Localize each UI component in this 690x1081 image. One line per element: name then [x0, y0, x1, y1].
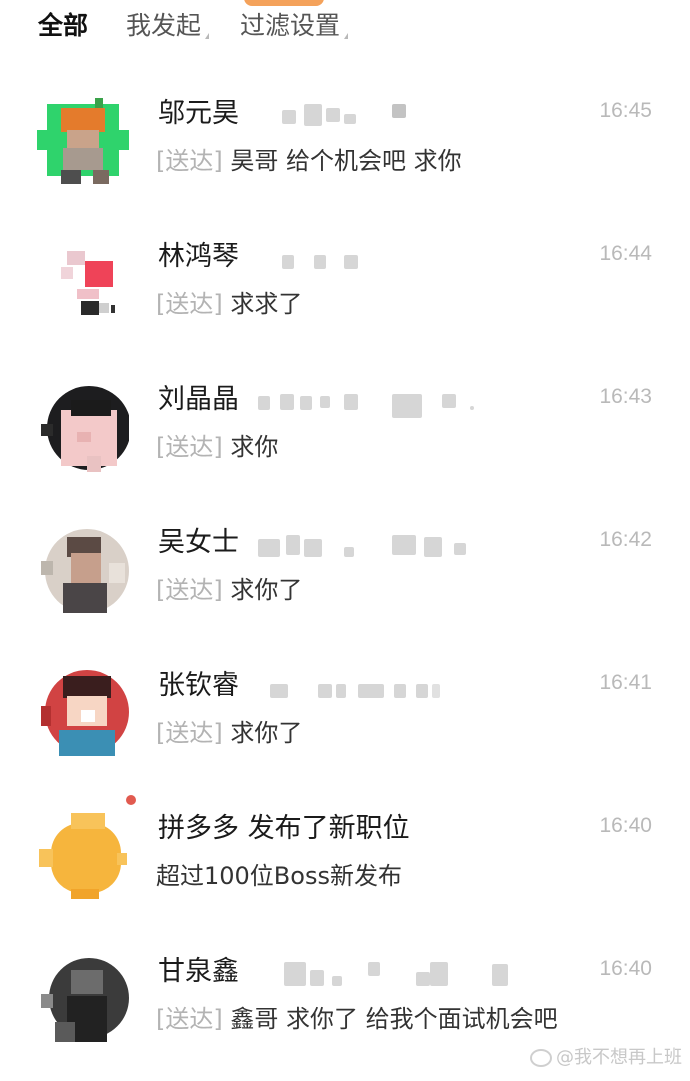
avatar	[41, 529, 129, 613]
message-text: 昊哥 给个机会吧 求你	[222, 147, 462, 175]
conversation-row[interactable]: 吴女士 16:42 [送达] 求你了	[0, 507, 690, 650]
conversation-row[interactable]: 邬元昊 16:45 [送达] 昊哥 给个机会吧 求你	[0, 78, 690, 221]
avatar	[41, 386, 129, 472]
contact-name: 林鸿琴	[158, 241, 239, 272]
message-time: 16:44	[599, 242, 652, 265]
conversation-row[interactable]: 张钦睿 16:41 [送达] 求你了	[0, 650, 690, 793]
caret-icon	[344, 33, 349, 39]
last-message: [送达] 求求了	[156, 287, 302, 321]
delivery-status: [送达]	[156, 433, 223, 461]
message-text: 超过100位Boss新发布	[156, 862, 402, 890]
message-time: 16:43	[599, 385, 652, 408]
delivery-status: [送达]	[156, 290, 223, 318]
message-text: 求求了	[222, 290, 303, 318]
avatar	[37, 98, 129, 184]
caret-icon	[205, 33, 210, 39]
message-time: 16:40	[599, 814, 652, 837]
last-message: [送达] 求你了	[156, 716, 302, 750]
tab-all-label: 全部	[38, 11, 89, 40]
last-message: [送达] 昊哥 给个机会吧 求你	[156, 144, 462, 178]
message-text: 求你	[222, 433, 279, 461]
tab-filter-settings-label: 过滤设置	[240, 11, 341, 40]
message-text: 求你了	[222, 576, 303, 604]
delivery-status: [送达]	[156, 147, 223, 175]
conversation-row[interactable]: 刘晶晶 16:43 [送达] 求你	[0, 364, 690, 507]
notice-title: 拼多多 发布了新职位	[158, 813, 410, 844]
contact-name: 甘泉鑫	[158, 956, 239, 987]
message-text: 求你了	[222, 719, 303, 747]
delivery-status: [送达]	[156, 1005, 223, 1033]
watermark: @我不想再上班	[530, 1043, 682, 1069]
contact-name: 邬元昊	[158, 98, 239, 129]
message-time: 16:41	[599, 671, 652, 694]
delivery-status: [送达]	[156, 719, 223, 747]
message-time: 16:42	[599, 528, 652, 551]
contact-name: 刘晶晶	[158, 384, 239, 415]
chat-list-screen: 全部 我发起 过滤设置 邬元昊 16:45 [送达] 昊哥 给个机会吧 求你 林…	[0, 0, 690, 1081]
last-message: 超过100位Boss新发布	[156, 859, 402, 893]
tab-all[interactable]: 全部	[38, 9, 88, 43]
job-notice-row[interactable]: 拼多多 发布了新职位 16:40 超过100位Boss新发布	[0, 793, 690, 936]
message-time: 16:40	[599, 957, 652, 980]
avatar	[41, 670, 129, 756]
contact-name: 张钦睿	[158, 670, 239, 701]
delivery-status: [送达]	[156, 576, 223, 604]
avatar	[41, 958, 129, 1042]
filter-tab-bar: 全部 我发起 过滤设置	[0, 0, 690, 56]
last-message: [送达] 鑫哥 求你了 给我个面试机会吧	[156, 1002, 558, 1036]
weibo-icon	[530, 1049, 552, 1067]
last-message: [送达] 求你	[156, 430, 278, 464]
contact-name: 吴女士	[158, 527, 239, 558]
conversation-row[interactable]: 林鸿琴 16:44 [送达] 求求了	[0, 221, 690, 364]
badge-peek	[244, 0, 324, 6]
message-time: 16:45	[599, 99, 652, 122]
tab-initiated[interactable]: 我发起	[126, 9, 210, 43]
watermark-text: @我不想再上班	[556, 1047, 682, 1068]
message-text: 鑫哥 求你了 给我个面试机会吧	[222, 1005, 558, 1033]
unread-dot	[126, 795, 136, 805]
tab-filter-settings[interactable]: 过滤设置	[240, 9, 349, 43]
tab-initiated-label: 我发起	[126, 11, 202, 40]
last-message: [送达] 求你了	[156, 573, 302, 607]
avatar	[61, 251, 115, 315]
company-logo	[39, 813, 127, 899]
